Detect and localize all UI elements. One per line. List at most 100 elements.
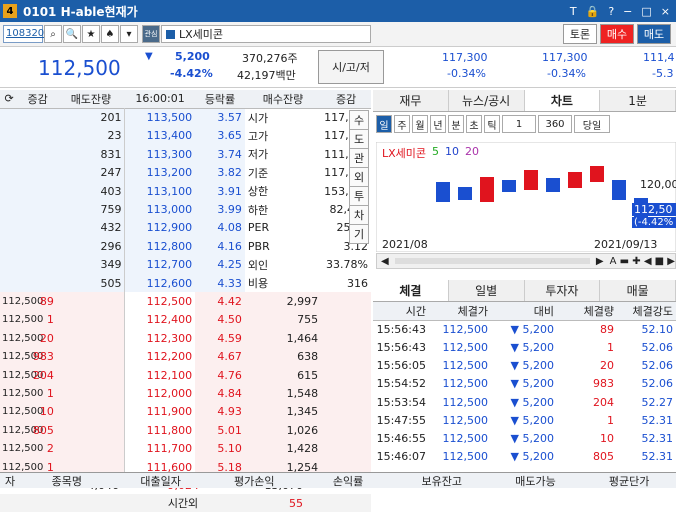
refresh-icon[interactable]: ⟳ [0, 90, 18, 108]
trade-time: 15:56:43 [376, 340, 426, 354]
side-button[interactable]: 관 [349, 148, 369, 168]
bid-price[interactable]: 112,200 [124, 347, 196, 366]
ohl-button[interactable]: 시/고/저 [318, 50, 384, 84]
bid-row[interactable]: 112,500 89 112,500 4.42 2,997 [0, 292, 371, 311]
date-start: 2021/08 [382, 238, 428, 251]
period-button[interactable]: 년 [430, 115, 446, 133]
tab-trades[interactable]: 체결 [373, 280, 449, 301]
ask-row[interactable]: 296 112,800 4.16 PBR 3.12 [0, 237, 371, 256]
ask-price[interactable]: 112,600 [124, 273, 196, 293]
period-button[interactable]: 일 [376, 115, 392, 133]
bid-row[interactable]: 112,500 204 112,100 4.76 615 [0, 365, 371, 385]
bid-price[interactable]: 112,300 [124, 329, 196, 348]
close-icon[interactable]: × [661, 5, 670, 18]
help-icon[interactable]: ? [608, 5, 614, 18]
ask-price[interactable]: 113,500 [124, 108, 196, 127]
bid-price[interactable]: 112,000 [124, 384, 196, 403]
talk-button[interactable]: 토론 [563, 24, 597, 44]
bottom-col-header: 종목명 [51, 475, 83, 488]
bid-row[interactable]: 112,500 2 111,700 5.10 1,428 [0, 439, 371, 458]
ask-price[interactable]: 113,400 [124, 126, 196, 146]
ask-row[interactable]: 349 112,700 4.25 외인 33.78% [0, 255, 371, 274]
bid-price[interactable]: 112,400 [124, 310, 196, 330]
minimize-icon[interactable]: − [623, 5, 632, 18]
lock-icon[interactable]: 🔒 [586, 5, 600, 18]
side-button[interactable]: 기 [349, 224, 369, 244]
tab-finance[interactable]: 재무 [373, 90, 449, 111]
side-button[interactable]: 수 [349, 110, 369, 130]
ask-row[interactable]: 432 112,900 4.08 PER 25.23 [0, 218, 371, 238]
bid-price[interactable]: 111,700 [124, 439, 196, 458]
period-button[interactable]: 월 [412, 115, 428, 133]
font-size-icon[interactable]: T [570, 5, 577, 18]
spade-icon[interactable]: ♠ [101, 25, 119, 43]
maximize-icon[interactable]: □ [641, 5, 651, 18]
badge-icon[interactable]: 관심 [142, 25, 160, 43]
zoom-icon[interactable]: A ▬ ✚ ◀ ■ ▶ [610, 256, 675, 267]
bid-row[interactable]: 112,500 10 111,900 4.93 1,345 [0, 402, 371, 422]
bid-price[interactable]: 111,800 [124, 421, 196, 440]
scroll-left-icon[interactable]: ◀ [381, 256, 389, 267]
sell-button[interactable]: 매도 [637, 24, 671, 44]
trade-price: 112,500 [442, 431, 489, 445]
stock-code-input[interactable]: 108320 [3, 25, 44, 43]
stock-name-field[interactable]: LX세미콘 [161, 25, 371, 43]
bid-rate: 4.50 [217, 313, 242, 327]
tab-volume[interactable]: 매물 [600, 280, 676, 301]
tab-chart[interactable]: 차트 [524, 90, 601, 111]
tab-1min[interactable]: 1분 [600, 90, 676, 111]
bid-price[interactable]: 112,500 [124, 292, 196, 311]
side-button[interactable]: 도 [349, 129, 369, 149]
side-button[interactable]: 차 [349, 205, 369, 225]
bid-row[interactable]: 112,500 20 112,300 4.59 1,464 [0, 329, 371, 348]
bid-price[interactable]: 112,100 [124, 365, 196, 385]
chart-scrollbar[interactable]: ◀ ▶ A ▬ ✚ ◀ ■ ▶ [376, 253, 676, 269]
trade-row: 15:56:43 112,500 ▼ 5,200 89 52.10 [373, 320, 676, 338]
ask-row[interactable]: 505 112,600 4.33 비용 316 [0, 273, 371, 293]
buy-button[interactable]: 매수 [600, 24, 634, 44]
ask-price[interactable]: 112,800 [124, 237, 196, 256]
ask-price[interactable]: 113,200 [124, 163, 196, 182]
ask-rate: 4.16 [217, 239, 242, 253]
ask-row[interactable]: 23 113,400 3.65 고가 117,300 [0, 126, 371, 146]
bid-row[interactable]: 112,500 983 112,200 4.67 638 [0, 347, 371, 366]
ask-price[interactable]: 113,000 [124, 200, 196, 219]
ask-row[interactable]: 403 113,100 3.91 상한 153,000 [0, 181, 371, 201]
bid-row[interactable]: 112,500 805 111,800 5.01 1,026 [0, 421, 371, 440]
side-button[interactable]: 투 [349, 186, 369, 206]
star-icon[interactable]: ★ [82, 25, 100, 43]
ask-row[interactable]: 759 113,000 3.99 하한 82,400 [0, 200, 371, 219]
ask-price[interactable]: 112,900 [124, 218, 196, 238]
trade-price: 112,500 [442, 413, 489, 427]
period-button[interactable]: 틱 [484, 115, 500, 133]
ask-price[interactable]: 112,700 [124, 255, 196, 274]
ask-row[interactable]: 247 113,200 3.82 기준 117,700 [0, 163, 371, 182]
search-icon-2[interactable]: 🔍 [63, 25, 81, 43]
ask-price[interactable]: 113,300 [124, 145, 196, 164]
ask-row[interactable]: 831 113,300 3.74 저가 111,400 [0, 145, 371, 164]
period-button[interactable]: 주 [394, 115, 410, 133]
ask-row[interactable]: 201 113,500 3.57 시가 117,300 [0, 108, 371, 127]
chart-count[interactable]: 1 [502, 115, 536, 133]
period-button[interactable]: 초 [466, 115, 482, 133]
info-value: 33.78% [321, 255, 371, 274]
tab-daily[interactable]: 일별 [449, 280, 525, 301]
side-button[interactable]: 외 [349, 167, 369, 187]
bid-row[interactable]: 112,500 1 112,000 4.84 1,548 [0, 384, 371, 403]
chart-range[interactable]: 360 [538, 115, 572, 133]
dropdown-icon[interactable]: ▾ [120, 25, 138, 43]
scroll-track[interactable] [394, 258, 590, 264]
search-icon[interactable]: ⌕ [44, 25, 62, 43]
period-button[interactable]: 분 [448, 115, 464, 133]
bottom-col-header: 평가손익 [234, 475, 275, 488]
tab-investor[interactable]: 투자자 [525, 280, 601, 301]
bid-row[interactable]: 112,500 1 112,400 4.50 755 [0, 310, 371, 330]
ask-price[interactable]: 113,100 [124, 181, 196, 201]
ask-qty: 247 [100, 166, 122, 180]
scroll-right-icon[interactable]: ▶ [596, 256, 604, 267]
bid-trade-price: 112,500 [2, 443, 44, 455]
col-header: 체결강도 [632, 304, 673, 318]
bid-price[interactable]: 111,900 [124, 402, 196, 422]
chart-checkbox[interactable]: 당일 [574, 115, 610, 133]
tab-news[interactable]: 뉴스/공시 [449, 90, 525, 111]
